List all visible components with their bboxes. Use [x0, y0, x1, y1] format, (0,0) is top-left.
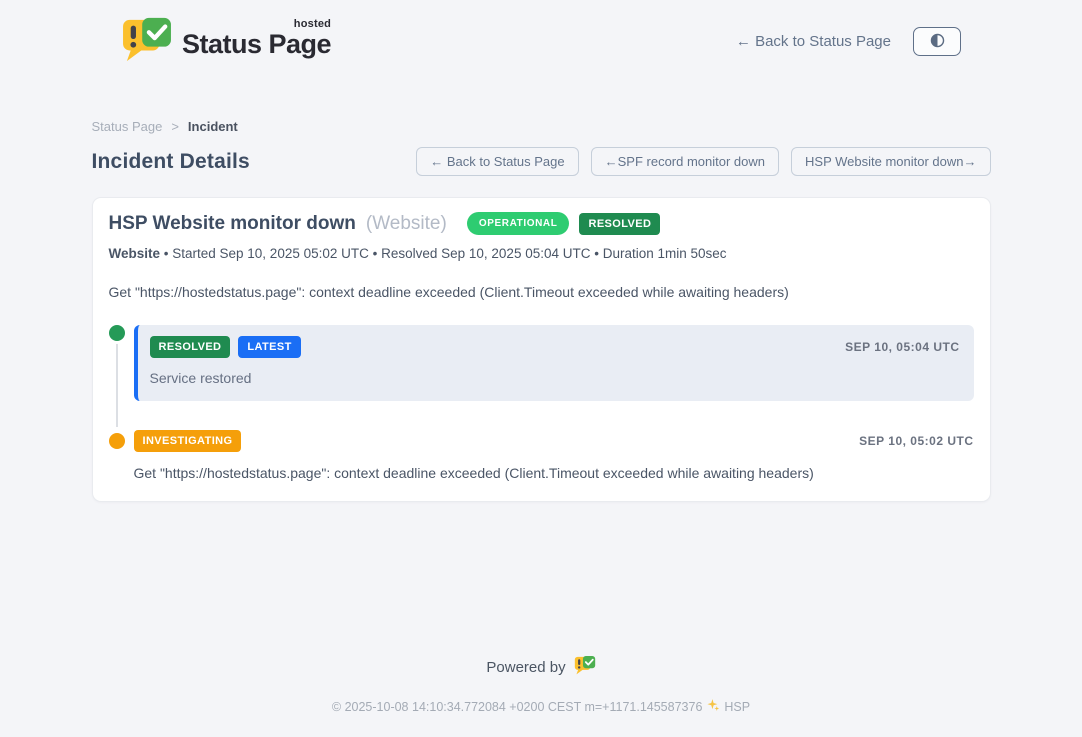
incident-nav-buttons: ← Back to Status Page ←SPF record monito… — [416, 147, 990, 176]
incident-meta: Website • Started Sep 10, 2025 05:02 UTC… — [109, 246, 974, 261]
operational-badge: OPERATIONAL — [467, 212, 570, 235]
timeline-item-resolved: RESOLVED LATEST SEP 10, 05:04 UTC Servic… — [109, 325, 974, 401]
timeline-resolved-badge: RESOLVED — [150, 336, 231, 358]
timeline-timestamp: SEP 10, 05:02 UTC — [859, 434, 973, 448]
back-to-status-page-button[interactable]: ← Back to Status Page — [416, 147, 578, 176]
status-page-logo-icon — [121, 16, 173, 67]
copyright-brand: HSP — [724, 700, 750, 714]
timeline-item-investigating: INVESTIGATING SEP 10, 05:02 UTC Get "htt… — [109, 430, 974, 481]
timeline-item-header: RESOLVED LATEST SEP 10, 05:04 UTC — [150, 336, 960, 358]
hsp-logo-icon — [574, 655, 596, 679]
brand-logo[interactable]: hosted Status Page — [121, 16, 331, 67]
next-incident-button[interactable]: HSP Website monitor down→ — [791, 147, 990, 176]
copyright-line: © 2025-10-08 14:10:34.772084 +0200 CEST … — [0, 698, 1082, 715]
footer: Powered by © 2025-10-08 14:10:34.772084 … — [0, 655, 1082, 715]
powered-by-link[interactable]: Powered by — [486, 655, 595, 679]
incident-meta-details: • Started Sep 10, 2025 05:02 UTC • Resol… — [160, 246, 727, 261]
brand-text: hosted Status Page — [182, 18, 331, 58]
timeline-item-header: INVESTIGATING SEP 10, 05:02 UTC — [134, 430, 974, 452]
breadcrumb-incident: Incident — [188, 119, 238, 134]
back-to-status-page-link[interactable]: ← Back to Status Page — [736, 33, 891, 50]
timeline-dot-resolved — [109, 325, 125, 341]
brand-name-label: Status Page — [182, 30, 331, 58]
timeline-message: Service restored — [150, 370, 960, 386]
timeline-message: Get "https://hostedstatus.page": context… — [134, 465, 974, 481]
incident-meta-component: Website — [109, 246, 161, 261]
title-row: Incident Details ← Back to Status Page ←… — [92, 147, 991, 176]
sparkles-icon — [706, 698, 720, 715]
breadcrumb-separator: > — [171, 119, 179, 134]
timeline-latest-badge: LATEST — [238, 336, 300, 358]
page-title: Incident Details — [92, 150, 250, 174]
incident-timeline: RESOLVED LATEST SEP 10, 05:04 UTC Servic… — [109, 325, 974, 481]
main-content: Status Page > Incident Incident Details … — [92, 67, 991, 502]
incident-component-label: (Website) — [366, 213, 447, 235]
powered-by-label: Powered by — [486, 659, 565, 676]
incident-title-row: HSP Website monitor down (Website) OPERA… — [109, 212, 974, 235]
theme-toggle-button[interactable] — [913, 27, 961, 56]
header: hosted Status Page ← Back to Status Page — [121, 0, 961, 67]
circle-half-icon — [929, 32, 946, 52]
prev-incident-button[interactable]: ←SPF record monitor down — [591, 147, 779, 176]
timeline-timestamp: SEP 10, 05:04 UTC — [845, 340, 959, 354]
incident-description: Get "https://hostedstatus.page": context… — [109, 284, 974, 300]
timeline-latest-update-box: RESOLVED LATEST SEP 10, 05:04 UTC Servic… — [134, 325, 974, 401]
incident-title: HSP Website monitor down — [109, 213, 356, 235]
copyright-text: © 2025-10-08 14:10:34.772084 +0200 CEST … — [332, 700, 703, 714]
timeline-dot-investigating — [109, 433, 125, 449]
breadcrumb-status-page[interactable]: Status Page — [92, 119, 163, 134]
breadcrumb: Status Page > Incident — [92, 119, 991, 134]
resolved-badge: RESOLVED — [579, 213, 660, 235]
incident-card: HSP Website monitor down (Website) OPERA… — [92, 197, 991, 502]
timeline-investigating-badge: INVESTIGATING — [134, 430, 242, 452]
header-actions: ← Back to Status Page — [736, 27, 961, 56]
